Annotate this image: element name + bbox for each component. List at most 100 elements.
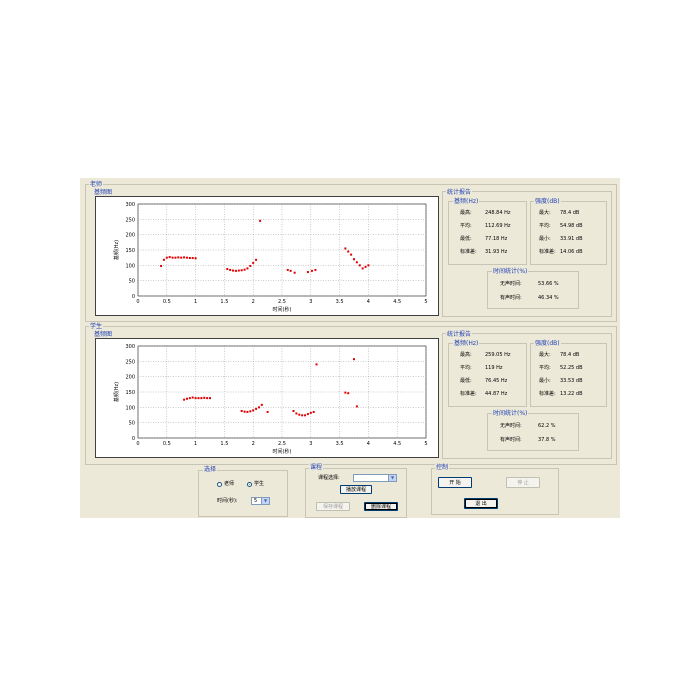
pitch-point: [180, 256, 183, 259]
teacher-int-std-label: 标准差:: [539, 249, 556, 255]
pitch-point: [188, 256, 191, 259]
teacher-voiced-value: 46.34 %: [538, 295, 559, 301]
pitch-point: [257, 406, 260, 409]
student-int-min-value: 33.53 dB: [560, 378, 583, 384]
time-seconds-label: 时间(秒):: [217, 498, 238, 504]
delete-course-button[interactable]: 删除课程: [364, 502, 398, 511]
y-tick-label: 200: [125, 233, 135, 239]
pitch-point: [194, 257, 197, 260]
pitch-point: [347, 392, 350, 395]
pitch-point: [295, 412, 298, 415]
y-tick-label: 50: [129, 421, 135, 427]
pitch-point: [286, 268, 289, 271]
pitch-point: [240, 269, 243, 272]
x-tick-label: 4.5: [393, 441, 401, 447]
pitch-point: [171, 256, 174, 259]
x-tick-label: 5: [424, 441, 427, 447]
y-tick-label: 150: [125, 390, 135, 396]
teacher-freq-avg-label: 平均:: [460, 223, 472, 229]
y-tick-label: 50: [129, 279, 135, 285]
student-pitch-svg: 0 0.5 1 1.5 2 2.5 3 3.5 4 4.5 5050100150200250300时…: [113, 344, 428, 455]
teacher-silent-value: 53.66 %: [538, 281, 559, 287]
play-course-button[interactable]: 播放课程: [340, 485, 372, 494]
pitch-point: [168, 256, 171, 259]
pitch-point: [367, 264, 370, 267]
student-radio[interactable]: [247, 482, 252, 487]
student-stats-title: 统计报告: [446, 331, 473, 338]
chevron-down-icon[interactable]: ▼: [261, 498, 269, 504]
pitch-point: [183, 256, 186, 259]
pitch-point: [185, 256, 188, 259]
teacher-time-title: 时间统计(%): [492, 268, 529, 275]
pitch-point: [243, 268, 246, 271]
student-int-min-label: 最小:: [539, 378, 551, 384]
pitch-point: [353, 258, 355, 261]
student-plot-title: 基频图: [94, 331, 113, 338]
student-voiced-label: 有声时间:: [500, 437, 522, 443]
pitch-point: [174, 256, 177, 259]
x-tick-label: 3: [309, 299, 312, 305]
teacher-plot-title: 基频图: [94, 189, 113, 196]
teacher-radio[interactable]: [217, 482, 222, 487]
pitch-point: [191, 396, 194, 399]
student-int-std-value: 13.22 dB: [560, 391, 583, 397]
student-freq-avg-value: 119 Hz: [485, 365, 503, 371]
pitch-point: [197, 397, 200, 400]
pitch-point: [301, 414, 304, 417]
teacher-radio-label[interactable]: 老师: [224, 481, 234, 487]
y-axis-label: 基频(Hz): [113, 240, 120, 260]
teacher-freq-max-label: 最高:: [460, 210, 472, 216]
student-silent-value: 62.2 %: [538, 423, 556, 429]
student-freq-std-value: 44.87 Hz: [485, 391, 508, 397]
x-axis-label: 时间(秒): [273, 448, 292, 455]
pitch-point: [347, 250, 350, 253]
x-tick-label: 2: [252, 299, 255, 305]
student-int-max-label: 最大:: [539, 352, 551, 358]
student-freq-max-label: 最高:: [460, 352, 472, 358]
course-select[interactable]: ▼: [353, 474, 397, 482]
x-tick-label: 1: [194, 441, 197, 447]
exit-button[interactable]: 退 出: [464, 498, 498, 509]
pitch-point: [266, 410, 269, 413]
pitch-point: [309, 411, 312, 414]
y-tick-label: 250: [125, 217, 135, 223]
teacher-freq-std-label: 标准差:: [460, 249, 477, 255]
pitch-point: [255, 407, 258, 410]
x-tick-label: 2.5: [278, 299, 286, 305]
student-group-label: 学生: [89, 323, 104, 330]
pitch-point: [185, 397, 188, 400]
pitch-point: [355, 405, 358, 408]
student-freq-min-label: 最低:: [460, 378, 472, 384]
teacher-int-title: 强度(dB): [534, 198, 561, 205]
pitch-point: [310, 269, 313, 272]
pitch-point: [344, 391, 347, 394]
x-tick-label: 4: [367, 441, 370, 447]
y-tick-label: 0: [132, 294, 135, 300]
pitch-point: [160, 264, 163, 267]
x-tick-label: 3: [309, 441, 312, 447]
teacher-int-avg-label: 平均:: [539, 223, 551, 229]
chevron-down-icon[interactable]: ▼: [388, 475, 396, 481]
teacher-time-group: [487, 271, 579, 309]
pitch-point: [234, 269, 237, 272]
time-seconds-select[interactable]: 5 ▼: [251, 497, 270, 505]
teacher-freq-std-value: 31.93 Hz: [485, 249, 508, 255]
student-radio-label[interactable]: 学生: [254, 481, 264, 487]
teacher-freq-min-value: 77.18 Hz: [485, 236, 508, 242]
stop-button[interactable]: 停 止: [506, 477, 540, 488]
app-window: 老师 基频图 0 0.5 1 1.5 2 2.5 3 3.5 4 4.5 5 0 50 100 150 200…: [80, 178, 620, 518]
pitch-point: [200, 397, 203, 400]
pitch-point: [255, 258, 258, 261]
pitch-point: [260, 403, 263, 406]
y-tick-label: 100: [125, 263, 135, 269]
pitch-point: [162, 258, 165, 261]
pitch-point: [312, 410, 315, 413]
teacher-int-avg-value: 54.98 dB: [560, 223, 583, 229]
pitch-point: [240, 410, 243, 413]
teacher-int-max-value: 78.4 dB: [560, 210, 580, 216]
control-title: 控制: [435, 464, 450, 471]
pitch-point: [306, 271, 309, 274]
save-course-button[interactable]: 保存课程: [316, 502, 350, 511]
pitch-point: [188, 397, 191, 400]
start-button[interactable]: 开 始: [438, 477, 472, 488]
